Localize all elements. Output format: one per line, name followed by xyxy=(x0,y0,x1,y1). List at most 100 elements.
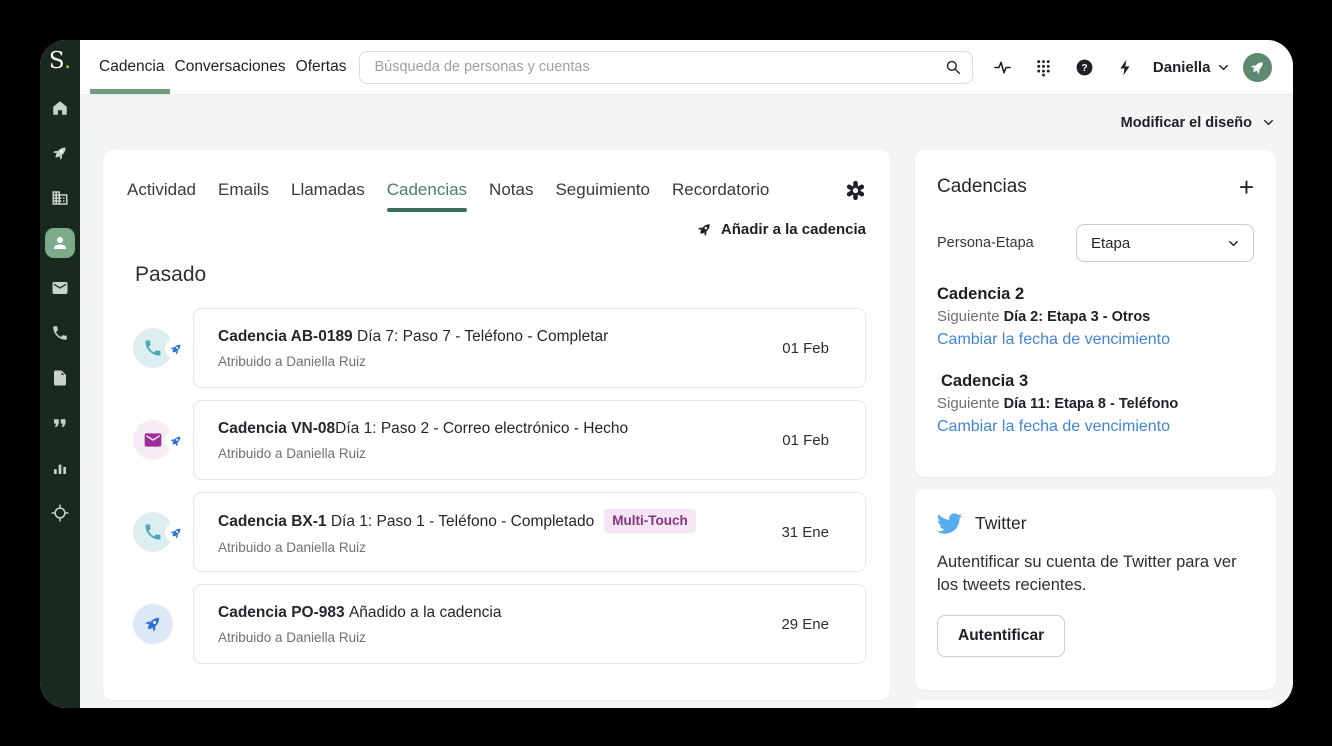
tab-actividad[interactable]: Actividad xyxy=(127,168,196,212)
cadence-history-item: Cadencia BX-1 Día 1: Paso 1 - Teléfono -… xyxy=(127,492,866,572)
quote-icon xyxy=(51,414,69,432)
cadence-attribution: Atribuido a Daniella Ruiz xyxy=(218,630,765,645)
authenticate-button[interactable]: Autentificar xyxy=(937,615,1065,657)
chevron-down-icon[interactable] xyxy=(1261,115,1276,130)
modify-layout-button[interactable]: Modificar el diseño xyxy=(1121,115,1252,131)
rocket-icon xyxy=(696,221,713,238)
siguiente-label: Siguiente xyxy=(937,395,1000,412)
change-due-date-link[interactable]: Cambiar la fecha de vencimiento xyxy=(937,418,1254,436)
sidebar-item-analytics[interactable] xyxy=(45,453,75,483)
right-sidebar: Cadencias + Persona-Etapa Etapa Cadencia… xyxy=(915,150,1276,708)
cadence-step: Día 1: Paso 2 - Correo electrónico - Hec… xyxy=(335,420,628,437)
cadence-date: 29 Ene xyxy=(781,616,829,633)
sidebar-item-home[interactable] xyxy=(45,93,75,123)
add-cadence-button[interactable]: + xyxy=(1239,174,1254,200)
etapa-select[interactable]: Etapa xyxy=(1076,224,1254,262)
sidebar-item-phone[interactable] xyxy=(45,318,75,348)
peeking-card xyxy=(915,700,1276,708)
nav-item-conversaciones[interactable]: Conversaciones xyxy=(175,40,286,94)
tab-seguimiento[interactable]: Seguimiento xyxy=(555,168,650,212)
bar-chart-icon xyxy=(51,459,69,477)
file-icon xyxy=(51,369,69,387)
cadence-entry-name: Cadencia 2 xyxy=(937,285,1254,304)
activity-panel: Actividad Emails Llamadas Cadencias Nota… xyxy=(103,150,890,700)
sidebar-item-targets[interactable] xyxy=(45,498,75,528)
change-due-date-link[interactable]: Cambiar la fecha de vencimiento xyxy=(937,331,1254,349)
twitter-panel-title: Twitter xyxy=(975,513,1027,534)
add-to-cadence-button[interactable]: Añadir a la cadencia xyxy=(127,221,866,238)
sidebar-item-email[interactable] xyxy=(45,273,75,303)
cadence-date: 01 Feb xyxy=(782,432,829,449)
activity-tabs: Actividad Emails Llamadas Cadencias Nota… xyxy=(127,168,866,212)
person-icon xyxy=(51,234,69,252)
nav-item-ofertas[interactable]: Ofertas xyxy=(296,40,347,94)
cadence-title: Cadencia PO-983 xyxy=(218,604,349,621)
sidebar-item-conversations[interactable] xyxy=(45,408,75,438)
chevron-down-icon xyxy=(1226,236,1241,251)
user-name: Daniella xyxy=(1153,59,1211,76)
cadence-step: Día 7: Paso 7 - Teléfono - Completar xyxy=(357,328,608,345)
cadence-card[interactable]: Cadencia PO-983 Añadido a la cadencia At… xyxy=(193,584,866,664)
twitter-panel: Twitter Autentificar su cuenta de Twitte… xyxy=(915,489,1276,690)
envelope-icon xyxy=(51,279,69,297)
cadence-step: Día 1: Paso 1 - Teléfono - Completado xyxy=(331,513,594,530)
sidebar-item-notes[interactable] xyxy=(45,363,75,393)
global-search[interactable] xyxy=(359,51,972,84)
lightning-icon[interactable] xyxy=(1116,58,1135,77)
primary-nav: Cadencia Conversaciones Ofertas xyxy=(99,40,346,94)
cadence-history-item: Cadencia PO-983 Añadido a la cadencia At… xyxy=(127,584,866,664)
salesloft-logo[interactable]: S. xyxy=(49,50,71,73)
page-content: Modificar el diseño Actividad Emails Lla… xyxy=(80,95,1293,708)
cadence-step: Añadido a la cadencia xyxy=(349,604,502,621)
envelope-icon xyxy=(143,430,163,450)
multi-touch-badge: Multi-Touch xyxy=(604,509,695,533)
home-icon xyxy=(51,99,69,117)
rocket-badge-icon xyxy=(165,522,186,543)
search-input[interactable] xyxy=(374,59,943,75)
rocket-icon xyxy=(51,144,69,162)
tab-settings-button[interactable] xyxy=(845,180,866,201)
activity-icon[interactable] xyxy=(993,58,1012,77)
search-icon[interactable] xyxy=(944,58,962,76)
sidebar-item-cadences[interactable] xyxy=(45,138,75,168)
help-icon[interactable] xyxy=(1075,58,1094,77)
building-icon xyxy=(51,189,69,207)
phone-icon-circle xyxy=(133,328,173,368)
cadence-date: 01 Feb xyxy=(782,340,829,357)
next-step-value: Día 2: Etapa 3 - Otros xyxy=(1004,309,1151,325)
sidebar-item-accounts[interactable] xyxy=(45,183,75,213)
cadences-panel-title: Cadencias xyxy=(937,176,1027,198)
persona-etapa-label: Persona-Etapa xyxy=(937,235,1034,251)
cadence-date: 31 Ene xyxy=(781,524,829,541)
logo-letter: S xyxy=(49,48,64,74)
next-step-value: Día 11: Etapa 8 - Teléfono xyxy=(1004,396,1179,412)
tab-llamadas[interactable]: Llamadas xyxy=(291,168,365,212)
cadence-card[interactable]: Cadencia AB-0189 Día 7: Paso 7 - Teléfon… xyxy=(193,308,866,388)
cadence-entry-name: Cadencia 3 xyxy=(941,372,1254,391)
tab-notas[interactable]: Notas xyxy=(489,168,533,212)
crosshair-icon xyxy=(51,504,69,522)
cadence-attribution: Atribuido a Daniella Ruiz xyxy=(218,354,766,369)
cadence-history-item: Cadencia AB-0189 Día 7: Paso 7 - Teléfon… xyxy=(127,308,866,388)
cadence-attribution: Atribuido a Daniella Ruiz xyxy=(218,540,765,555)
tab-recordatorio[interactable]: Recordatorio xyxy=(672,168,769,212)
phone-icon xyxy=(51,324,69,342)
user-menu[interactable]: Daniella xyxy=(1153,59,1232,76)
rocket-icon-circle xyxy=(133,604,173,644)
section-title-pasado: Pasado xyxy=(135,263,866,287)
tab-cadencias[interactable]: Cadencias xyxy=(387,168,467,212)
cadence-card[interactable]: Cadencia BX-1 Día 1: Paso 1 - Teléfono -… xyxy=(193,492,866,572)
dialpad-icon[interactable] xyxy=(1034,58,1053,77)
tab-emails[interactable]: Emails xyxy=(218,168,269,212)
etapa-select-value: Etapa xyxy=(1091,235,1130,252)
phone-icon xyxy=(143,338,163,358)
logo-dot: . xyxy=(64,48,71,74)
cadence-history-item: Cadencia VN-08Día 1: Paso 2 - Correo ele… xyxy=(127,400,866,480)
left-sidebar: S. xyxy=(40,40,80,708)
avatar[interactable] xyxy=(1243,53,1272,82)
email-icon-circle xyxy=(133,420,173,460)
cadence-card[interactable]: Cadencia VN-08Día 1: Paso 2 - Correo ele… xyxy=(193,400,866,480)
nav-item-cadencia[interactable]: Cadencia xyxy=(99,40,165,94)
sidebar-item-people[interactable] xyxy=(45,228,75,258)
cadence-attribution: Atribuido a Daniella Ruiz xyxy=(218,446,766,461)
